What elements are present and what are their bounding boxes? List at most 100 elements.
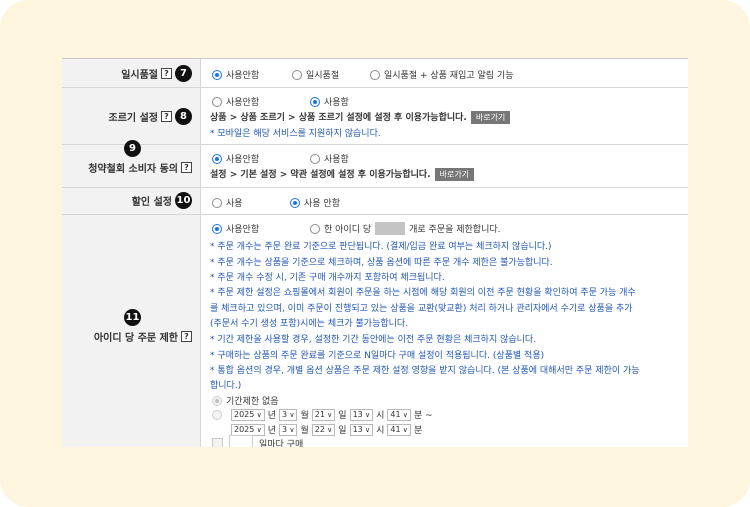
row-early: 조르기 설정 ? 8 사용안함 사용함 상품 > 상품 조르기 > 상품 조르기…	[62, 88, 688, 145]
unit-label: 월	[300, 411, 309, 421]
radio-pause-restock[interactable]: 일시품절 + 상품 재입고 알림 기능	[370, 68, 514, 81]
radio-selected[interactable]	[212, 153, 222, 164]
every-days-input[interactable]	[229, 435, 253, 447]
goto-button[interactable]: 바로가기	[470, 111, 511, 124]
help-icon[interactable]: ?	[181, 331, 192, 342]
goto-button[interactable]: 바로가기	[434, 168, 475, 181]
radio-unselected[interactable]	[292, 69, 302, 80]
year-select[interactable]: 2025	[231, 423, 265, 436]
limit-note: 를 체크하고 있으며, 이미 주문이 진행되고 있는 상품을 교환(맞교환) 처…	[210, 304, 633, 314]
label-cell: 일시품절 ? 7	[62, 59, 201, 87]
day-select[interactable]: 21	[311, 408, 336, 421]
step-badge: 9	[124, 140, 141, 157]
limit-note: * 주문 제한 설정은 쇼핑몰에서 회원이 주문을 하는 시점에 해당 회원의 …	[210, 288, 636, 298]
radio-early-on[interactable]: 사용함	[310, 95, 349, 108]
radio-selected[interactable]	[212, 69, 222, 80]
limit-note: 합니다.)	[210, 381, 242, 391]
help-icon[interactable]: ?	[161, 68, 172, 79]
limit-note: * 통합 옵션의 경우, 개별 옵션 상품은 주문 제한 설정 영향을 받지 않…	[210, 366, 640, 376]
path-text: 설정 > 기본 설정 > 약관 설정에 설정 후 이용가능합니다.	[210, 170, 431, 180]
unit-label: 분	[413, 426, 423, 436]
limit-note: (주문서 수기 생성 포함)시에는 체크가 불가능합니다.	[210, 319, 409, 329]
radio-label: 일시품절	[306, 71, 340, 81]
radio-discount-on[interactable]: 사용	[212, 196, 243, 209]
radio-label: 기간제한 없음	[226, 397, 279, 407]
settings-panel: 일시품절 ? 7 사용안함 일시품절 일시품절 + 상품 재입고 알림 기능 조…	[62, 58, 688, 447]
label-withdraw: 청약철회 소비자 동의	[88, 164, 178, 175]
radio-unselected[interactable]	[310, 223, 320, 234]
radio-label: 개로 주문을 제한합니다.	[409, 225, 501, 235]
early-path-line: 상품 > 상품 조르기 > 상품 조르기 설정에 설정 후 이용가능합니다. 바로…	[210, 110, 511, 124]
help-icon[interactable]: ?	[161, 111, 172, 122]
label-cell: 조르기 설정 ? 8	[62, 88, 201, 144]
every-days-label: 일마다 구매	[259, 439, 304, 448]
period-from: 2025 년 3 월 21 일 13 시 41 분 ~	[212, 408, 433, 421]
radio-label: 사용	[226, 199, 243, 209]
minute-select[interactable]: 41	[387, 408, 411, 421]
early-note: * 모바일은 해당 서비스를 지원하지 않습니다.	[210, 129, 381, 139]
radio-label: 사용안함	[226, 155, 260, 165]
limit-note: * 기간 제한을 사용할 경우, 설정한 기간 동안에는 이전 주문 현황은 체…	[210, 335, 537, 345]
radio-label: 사용 안함	[304, 199, 340, 209]
withdraw-path-line: 설정 > 기본 설정 > 약관 설정에 설정 후 이용가능합니다. 바로가기	[210, 167, 475, 181]
month-select[interactable]: 3	[279, 408, 298, 421]
radio-selected[interactable]	[212, 223, 222, 234]
radio-unselected[interactable]	[310, 153, 320, 164]
hour-select[interactable]: 13	[349, 408, 374, 421]
label-limit: 아이디 당 주문 제한	[93, 333, 178, 344]
label-cell: 11 아이디 당 주문 제한 ?	[62, 215, 201, 447]
step-badge: 8	[175, 108, 192, 125]
every-days-checkbox[interactable]	[212, 437, 223, 447]
month-select[interactable]: 3	[279, 423, 298, 436]
limit-note: * 구매하는 상품의 주문 완료를 기준으로 N일마다 구매 설정이 적용됩니다…	[210, 351, 545, 361]
radio-label: 일시품절 + 상품 재입고 알림 기능	[384, 71, 514, 81]
radio-limit-on[interactable]: 한 아이디 당 개로 주문을 제한합니다.	[310, 222, 501, 235]
radio-early-off[interactable]: 사용안함	[212, 95, 259, 108]
radio-label: 사용안함	[226, 71, 260, 81]
label-early: 조르기 설정	[108, 113, 158, 124]
year-select[interactable]: 2025	[231, 408, 265, 421]
limit-count-input[interactable]	[375, 222, 406, 235]
radio-limit-off[interactable]: 사용안함	[212, 222, 259, 235]
radio-pause-off[interactable]: 사용안함	[212, 68, 259, 81]
limit-note: * 주문 개수 수정 시, 기존 구매 개수까지 포함하여 체크됩니다.	[210, 273, 445, 283]
row-withdraw: 9 청약철회 소비자 동의 ? 사용안함 사용함 설정 > 기본 설정 > 약관…	[62, 140, 688, 188]
radio-unselected[interactable]	[370, 69, 380, 80]
radio-selected[interactable]	[290, 197, 300, 208]
radio-selected[interactable]	[310, 96, 320, 107]
unit-label: 년	[267, 411, 276, 421]
unit-label: 일	[338, 426, 347, 436]
radio-discount-off[interactable]: 사용 안함	[290, 196, 340, 209]
step-badge: 10	[175, 192, 192, 209]
row-discount: 할인 설정 10 사용 사용 안함	[62, 188, 688, 215]
radio-unselected[interactable]	[212, 197, 222, 208]
unit-label: 시	[376, 426, 385, 436]
unit-label: 분 ~	[413, 411, 433, 421]
every-days-row: 일마다 구매	[212, 435, 303, 447]
radio-unselected[interactable]	[212, 96, 222, 107]
row-pause: 일시품절 ? 7 사용안함 일시품절 일시품절 + 상품 재입고 알림 기능	[62, 59, 688, 88]
radio-label: 사용함	[324, 98, 349, 108]
radio-period-none[interactable]: 기간제한 없음	[212, 394, 279, 407]
radio-label: 사용안함	[226, 225, 260, 235]
path-text: 상품 > 상품 조르기 > 상품 조르기 설정에 설정 후 이용가능합니다.	[210, 113, 467, 123]
label-cell: 9 청약철회 소비자 동의 ?	[62, 140, 201, 187]
limit-note: * 주문 개수는 주문 완료 기준으로 판단됩니다. (결제/입금 완료 여부는…	[210, 242, 552, 252]
minute-select[interactable]: 41	[387, 423, 411, 436]
step-badge: 7	[175, 65, 192, 82]
row-limit: 11 아이디 당 주문 제한 ? 사용안함 한 아이디 당 개로 주문을 제한합…	[62, 215, 688, 447]
label-pause: 일시품절	[121, 70, 158, 81]
radio-withdraw-on[interactable]: 사용함	[310, 152, 349, 165]
radio-disabled[interactable]	[212, 395, 222, 406]
help-icon[interactable]: ?	[181, 162, 192, 173]
unit-label: 일	[338, 411, 347, 421]
radio-withdraw-off[interactable]: 사용안함	[212, 152, 259, 165]
radio-disabled[interactable]	[212, 409, 222, 420]
day-select[interactable]: 22	[311, 423, 336, 436]
radio-pause-on[interactable]: 일시품절	[292, 68, 339, 81]
hour-select[interactable]: 13	[349, 423, 374, 436]
radio-label: 사용안함	[226, 98, 260, 108]
radio-label: 사용함	[324, 155, 349, 165]
step-badge: 11	[124, 309, 141, 326]
label-discount: 할인 설정	[131, 197, 172, 208]
